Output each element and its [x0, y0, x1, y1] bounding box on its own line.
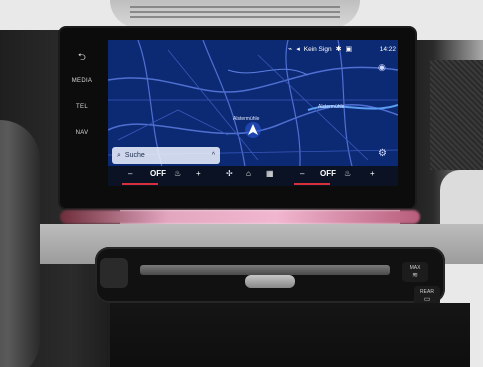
navigation-arrow-icon: ◂ [296, 45, 300, 53]
ambient-light-strip [60, 210, 420, 224]
media-button[interactable]: MEDIA [67, 78, 97, 84]
phone-icon: ⌁ [288, 45, 293, 53]
back-arrow-icon: ⮌ [77, 52, 87, 63]
right-temp-plus[interactable]: + [370, 169, 375, 178]
car-interior: ⮌ MEDIA TEL NAV Alstermühle Alstermühle … [0, 0, 483, 367]
center-console [110, 303, 470, 367]
climate-bar[interactable]: – OFF ♨ + ✢ ⌂ ▦ – OFF ♨ + [108, 166, 398, 186]
steering-wheel [0, 120, 40, 367]
top-vent [110, 0, 360, 28]
right-temp-level [294, 183, 330, 185]
apps-icon[interactable]: ▦ [266, 169, 274, 178]
status-bar: ⌁ ◂ Kein Sign ✱ ▣ 14:22 [288, 42, 396, 56]
vent-slat [140, 265, 390, 275]
left-temp-minus[interactable]: – [128, 169, 132, 178]
max-defrost-button[interactable]: MAX ≋ [402, 262, 428, 282]
infotainment-screen[interactable]: Alstermühle Alstermühle ⌁ ◂ Kein Sign ✱ … [108, 40, 398, 186]
seat-heat-icon[interactable]: ♨ [174, 169, 181, 178]
clock: 14:22 [379, 45, 396, 53]
fan-icon[interactable]: ✢ [226, 169, 233, 178]
seat-heat-icon-right[interactable]: ♨ [344, 169, 351, 178]
vent-adjust-knob[interactable] [245, 275, 295, 288]
battery-icon: ▣ [345, 45, 353, 53]
bluetooth-icon: ✱ [335, 45, 342, 53]
nav-button[interactable]: NAV [67, 130, 97, 136]
left-temp-display[interactable]: OFF [150, 169, 166, 178]
navigation-map[interactable] [108, 40, 398, 186]
rear-defrost-icon: ▭ [423, 296, 431, 303]
speaker-mesh [430, 60, 483, 170]
tel-button[interactable]: TEL [67, 104, 97, 110]
map-label: Alstermühle [318, 104, 345, 110]
left-temp-plus[interactable]: + [196, 169, 201, 178]
right-temp-minus[interactable]: – [300, 169, 304, 178]
defrost-icon: ≋ [412, 272, 418, 279]
left-temp-level [122, 183, 158, 185]
search-input[interactable]: ⌕ Suche ^ [112, 147, 220, 164]
map-label: Alstermühle [233, 116, 260, 122]
search-icon: ⌕ [117, 151, 121, 159]
map-options-icon[interactable]: ◉ [378, 62, 386, 73]
vent-control-left[interactable] [100, 258, 128, 288]
back-button[interactable]: ⮌ [67, 50, 97, 67]
search-placeholder: Suche [124, 152, 145, 159]
gear-icon[interactable]: ⚙ [378, 148, 387, 159]
signal-text: Kein Sign [303, 45, 332, 53]
right-temp-display[interactable]: OFF [320, 169, 336, 178]
home-icon[interactable]: ⌂ [246, 169, 251, 178]
chevron-up-icon[interactable]: ^ [212, 152, 215, 159]
